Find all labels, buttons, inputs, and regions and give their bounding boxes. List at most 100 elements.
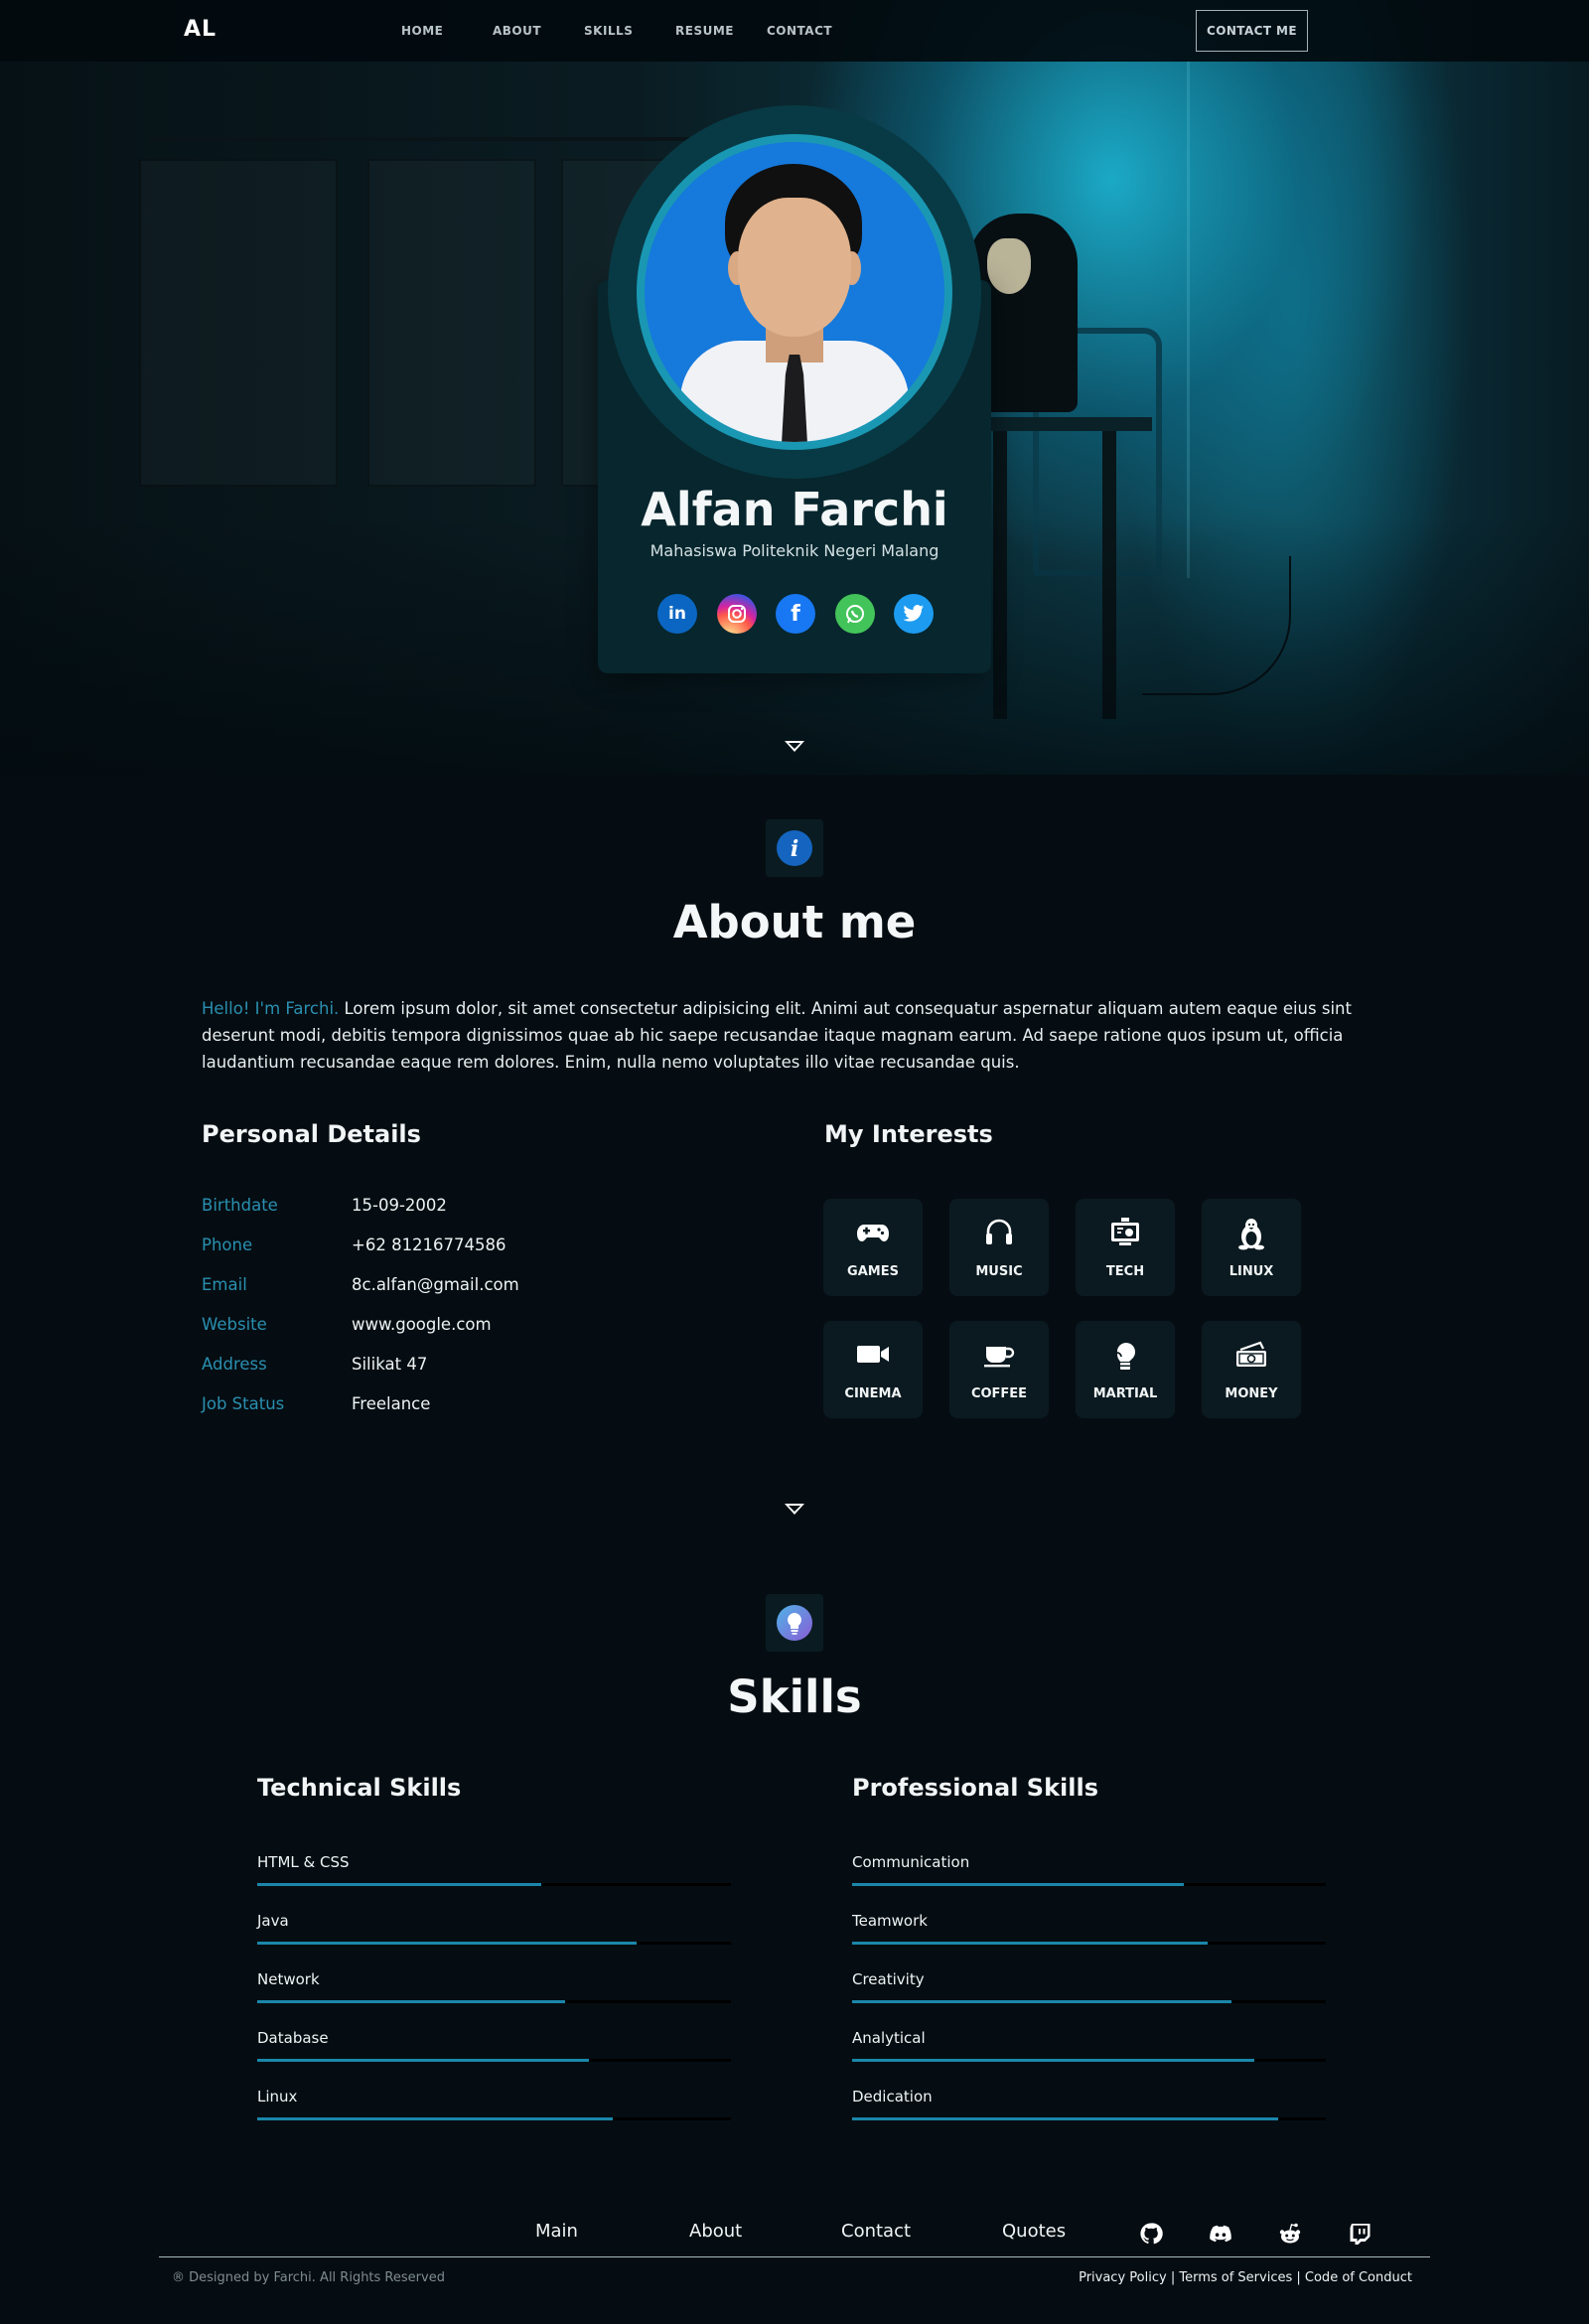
detail-value-website: www.google.com xyxy=(352,1315,492,1334)
interest-coffee[interactable]: COFFEE xyxy=(949,1321,1049,1418)
privacy-policy-link[interactable]: Privacy Policy xyxy=(1079,2270,1167,2285)
interest-linux[interactable]: LINUX xyxy=(1202,1199,1301,1296)
nav-link-about[interactable]: ABOUT xyxy=(493,24,541,38)
skill-progress-track xyxy=(257,2000,731,2003)
detail-label-birthdate: Birthdate xyxy=(202,1196,278,1215)
skill-name: Linux xyxy=(257,2088,298,2106)
professional-skills-title: Professional Skills xyxy=(852,1774,1098,1802)
twitch-icon[interactable] xyxy=(1348,2222,1372,2246)
skill-name: Teamwork xyxy=(852,1912,928,1930)
about-body: Lorem ipsum dolor, sit amet consectetur … xyxy=(202,999,1352,1072)
skill-name: Dedication xyxy=(852,2088,933,2106)
github-icon[interactable] xyxy=(1139,2222,1163,2246)
skill-name: Creativity xyxy=(852,1970,925,1988)
skill-progress-fill xyxy=(852,1883,1184,1886)
skill-progress-fill xyxy=(852,2000,1231,2003)
background-window xyxy=(139,159,338,487)
interest-music[interactable]: MUSIC xyxy=(949,1199,1049,1296)
instagram-icon[interactable] xyxy=(716,594,757,634)
footer-divider xyxy=(159,2256,1430,2257)
skill-progress-track xyxy=(852,2000,1326,2003)
detail-label-phone: Phone xyxy=(202,1235,253,1254)
site-logo[interactable]: AL xyxy=(184,17,217,42)
skill-progress-fill xyxy=(852,2117,1279,2120)
interest-label: GAMES xyxy=(847,1264,899,1279)
headphones-icon xyxy=(986,1219,1012,1244)
personal-details-title: Personal Details xyxy=(202,1120,421,1148)
photo-face xyxy=(738,198,851,337)
skill-progress-fill xyxy=(852,2059,1255,2062)
top-navbar: AL HOME ABOUT SKILLS RESUME CONTACT CONT… xyxy=(0,0,1589,62)
interest-label: TECH xyxy=(1105,1264,1145,1279)
detail-label-email: Email xyxy=(202,1275,247,1294)
video-camera-icon xyxy=(857,1346,889,1363)
scroll-down-chevron-icon[interactable] xyxy=(785,741,804,755)
terms-of-services-link[interactable]: Terms of Services xyxy=(1179,2270,1292,2285)
detail-label-address: Address xyxy=(202,1355,267,1374)
skill-name: Java xyxy=(257,1912,289,1930)
skills-title: Skills xyxy=(727,1670,862,1723)
scroll-down-chevron-icon[interactable] xyxy=(785,1504,804,1518)
money-icon xyxy=(1236,1341,1266,1367)
info-icon: i xyxy=(766,819,823,877)
interest-cinema[interactable]: CINEMA xyxy=(823,1321,923,1418)
whatsapp-icon[interactable] xyxy=(834,594,875,634)
boxing-glove-icon xyxy=(1116,1343,1135,1370)
skill-progress-track xyxy=(257,2059,731,2062)
linux-icon xyxy=(1238,1219,1264,1250)
gamepad-icon xyxy=(857,1225,889,1241)
svg-text:i: i xyxy=(791,836,798,862)
detail-label-website: Website xyxy=(202,1315,267,1334)
skill-name: Network xyxy=(257,1970,320,1988)
background-mask xyxy=(987,238,1031,294)
skill-progress-track xyxy=(257,1883,731,1886)
interest-tech[interactable]: TECH xyxy=(1076,1199,1175,1296)
skill-progress-track xyxy=(257,2117,731,2120)
skill-progress-fill xyxy=(257,2117,613,2120)
skill-progress-track xyxy=(257,1942,731,1945)
skill-progress-track xyxy=(852,1883,1326,1886)
skill-name: Communication xyxy=(852,1853,970,1871)
detail-value-address: Silikat 47 xyxy=(352,1355,428,1374)
technical-skills-title: Technical Skills xyxy=(257,1774,462,1802)
background-window xyxy=(367,159,536,487)
detail-label-job-status: Job Status xyxy=(202,1394,285,1413)
footer-copyright: ® Designed by Farchi. All Rights Reserve… xyxy=(172,2270,445,2285)
nav-link-home[interactable]: HOME xyxy=(401,24,443,38)
tech-icon xyxy=(1111,1218,1139,1245)
interest-label: CINEMA xyxy=(844,1386,902,1401)
about-hello: Hello! I'm Farchi. xyxy=(202,999,340,1018)
nav-link-skills[interactable]: SKILLS xyxy=(584,24,633,38)
lightbulb-icon xyxy=(766,1594,823,1652)
skill-progress-track xyxy=(852,1942,1326,1945)
footer-link-quotes[interactable]: Quotes xyxy=(1002,2221,1066,2242)
footer-link-main[interactable]: Main xyxy=(535,2221,578,2242)
my-interests-title: My Interests xyxy=(824,1120,993,1148)
interest-label: COFFEE xyxy=(970,1386,1028,1401)
about-title: About me xyxy=(672,896,917,948)
footer-link-contact[interactable]: Contact xyxy=(841,2221,911,2242)
twitter-icon[interactable] xyxy=(894,594,934,634)
skill-progress-fill xyxy=(257,2059,589,2062)
contact-me-button[interactable]: CONTACT ME xyxy=(1196,10,1308,52)
interest-label: MARTIAL xyxy=(1092,1386,1158,1401)
coffee-icon xyxy=(984,1347,1015,1368)
discord-icon[interactable] xyxy=(1209,2222,1232,2246)
reddit-icon[interactable] xyxy=(1278,2222,1302,2246)
skill-name: HTML & CSS xyxy=(257,1853,350,1871)
nav-link-resume[interactable]: RESUME xyxy=(675,24,734,38)
detail-value-job-status: Freelance xyxy=(352,1394,431,1413)
code-of-conduct-link[interactable]: Code of Conduct xyxy=(1305,2270,1412,2285)
facebook-icon[interactable]: f xyxy=(776,594,815,634)
interest-games[interactable]: GAMES xyxy=(823,1199,923,1296)
skill-name: Database xyxy=(257,2029,329,2047)
detail-value-email: 8c.alfan@gmail.com xyxy=(352,1275,519,1294)
interest-money[interactable]: MONEY xyxy=(1202,1321,1301,1418)
linkedin-icon[interactable]: in xyxy=(657,594,697,634)
footer-link-about[interactable]: About xyxy=(689,2221,742,2242)
nav-link-contact[interactable]: CONTACT xyxy=(767,24,832,38)
profile-name: Alfan Farchi xyxy=(641,483,948,536)
about-paragraph: Hello! I'm Farchi. Lorem ipsum dolor, si… xyxy=(202,995,1389,1076)
skill-progress-fill xyxy=(257,2000,566,2003)
interest-martial[interactable]: MARTIAL xyxy=(1076,1321,1175,1418)
